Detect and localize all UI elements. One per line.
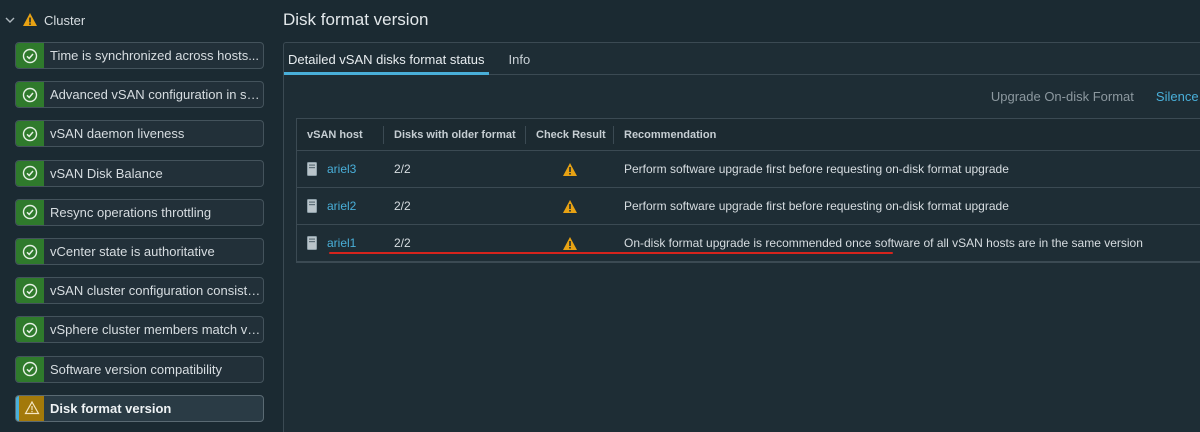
detail-panel: Detailed vSAN disks format status Info U…	[283, 42, 1200, 432]
sidebar-check-item[interactable]: vSAN Disk Balance	[15, 159, 264, 187]
table-row[interactable]: ariel3 2/2 Perform software upgrade first …	[297, 151, 1200, 188]
host-server-icon	[307, 236, 317, 250]
sidebar-check-label: Time is synchronized across hosts...	[50, 48, 260, 63]
tab-detailed-status[interactable]: Detailed vSAN disks format status	[284, 43, 489, 75]
check-circle-icon	[16, 82, 44, 108]
sidebar-check-item[interactable]: Disk format version	[15, 394, 264, 422]
sidebar-check-item[interactable]: Time is synchronized across hosts...	[15, 42, 264, 69]
host-link[interactable]: ariel1	[327, 236, 356, 250]
sidebar-check-label: vSAN cluster configuration consistency	[50, 283, 263, 299]
tab-bar: Detailed vSAN disks format status Info	[284, 43, 1200, 75]
column-header-vsan-host[interactable]: vSAN host	[297, 126, 384, 144]
sidebar-check-item[interactable]: vSAN cluster configuration consistency	[15, 277, 264, 305]
upgrade-on-disk-format-button[interactable]: Upgrade On-disk Format	[991, 89, 1134, 104]
page-title: Disk format version	[283, 10, 429, 29]
host-cell: ariel2	[297, 199, 384, 213]
warning-icon	[526, 199, 614, 214]
sidebar-check-label: vSAN Disk Balance	[50, 165, 163, 181]
check-circle-icon	[16, 278, 44, 304]
host-link[interactable]: ariel3	[327, 162, 356, 176]
sidebar-check-item[interactable]: Software version compatibility	[15, 355, 264, 383]
disks-older-format-cell: 2/2	[394, 199, 411, 213]
chevron-down-icon[interactable]	[4, 14, 16, 26]
disk-format-table: vSAN host Disks with older format Check …	[296, 118, 1200, 263]
sidebar: Cluster Time is synchronized across host…	[0, 0, 272, 432]
check-circle-icon	[16, 199, 44, 225]
table-header: vSAN host Disks with older format Check …	[297, 119, 1200, 151]
check-circle-icon	[16, 317, 44, 343]
host-server-icon	[307, 199, 317, 213]
sidebar-check-label: Advanced vSAN configuration in sync	[50, 87, 263, 103]
recommendation-cell: Perform software upgrade first before re…	[624, 162, 1009, 176]
warning-icon	[16, 395, 44, 421]
sidebar-check-label: Software version compatibility	[50, 361, 222, 377]
recommendation-cell: Perform software upgrade first before re…	[624, 199, 1009, 213]
sidebar-check-label: Disk format version	[50, 400, 172, 416]
main-content: Disk format version Detailed vSAN disks …	[283, 0, 1200, 432]
tab-info[interactable]: Info	[505, 43, 535, 75]
warning-icon	[22, 12, 38, 28]
cluster-tree-node[interactable]: Cluster	[4, 8, 85, 32]
column-header-recommendation[interactable]: Recommendation	[614, 126, 1200, 144]
sidebar-check-item[interactable]: vSphere cluster members match vSAN	[15, 316, 264, 344]
column-header-check-result[interactable]: Check Result	[526, 126, 614, 144]
silence-alert-button[interactable]: Silence Al	[1156, 89, 1200, 104]
host-server-icon	[307, 162, 317, 176]
disks-older-format-cell: 2/2	[394, 162, 411, 176]
check-circle-icon	[16, 160, 44, 186]
sidebar-check-label: Resync operations throttling	[50, 204, 212, 220]
warning-icon	[526, 236, 614, 251]
check-circle-icon	[16, 43, 44, 68]
warning-icon	[526, 162, 614, 177]
check-circle-icon	[16, 121, 44, 147]
disks-older-format-cell: 2/2	[394, 236, 411, 250]
sidebar-check-item[interactable]: Advanced vSAN configuration in sync	[15, 81, 264, 109]
host-cell: ariel1	[297, 236, 384, 250]
sidebar-check-label: vSAN daemon liveness	[50, 126, 185, 142]
cluster-label: Cluster	[44, 12, 86, 28]
check-circle-icon	[16, 239, 44, 264]
sidebar-check-label: vSphere cluster members match vSAN	[50, 322, 263, 338]
table-row[interactable]: ariel1 2/2 On-disk format upgrade is recom…	[297, 225, 1200, 262]
host-cell: ariel3	[297, 162, 384, 176]
column-header-disks-older-format[interactable]: Disks with older format	[384, 126, 526, 144]
check-circle-icon	[16, 356, 44, 382]
action-bar: Upgrade On-disk Format Silence Al	[991, 89, 1200, 104]
table-row[interactable]: ariel2 2/2 Perform software upgrade first …	[297, 188, 1200, 225]
sidebar-check-label: vCenter state is authoritative	[50, 244, 215, 259]
recommendation-cell: On-disk format upgrade is recommended on…	[624, 236, 1143, 250]
sidebar-check-item[interactable]: vSAN daemon liveness	[15, 120, 264, 148]
sidebar-check-item[interactable]: vCenter state is authoritative	[15, 238, 264, 265]
host-link[interactable]: ariel2	[327, 199, 356, 213]
sidebar-check-item[interactable]: Resync operations throttling	[15, 198, 264, 226]
red-underline-annotation	[329, 252, 893, 254]
